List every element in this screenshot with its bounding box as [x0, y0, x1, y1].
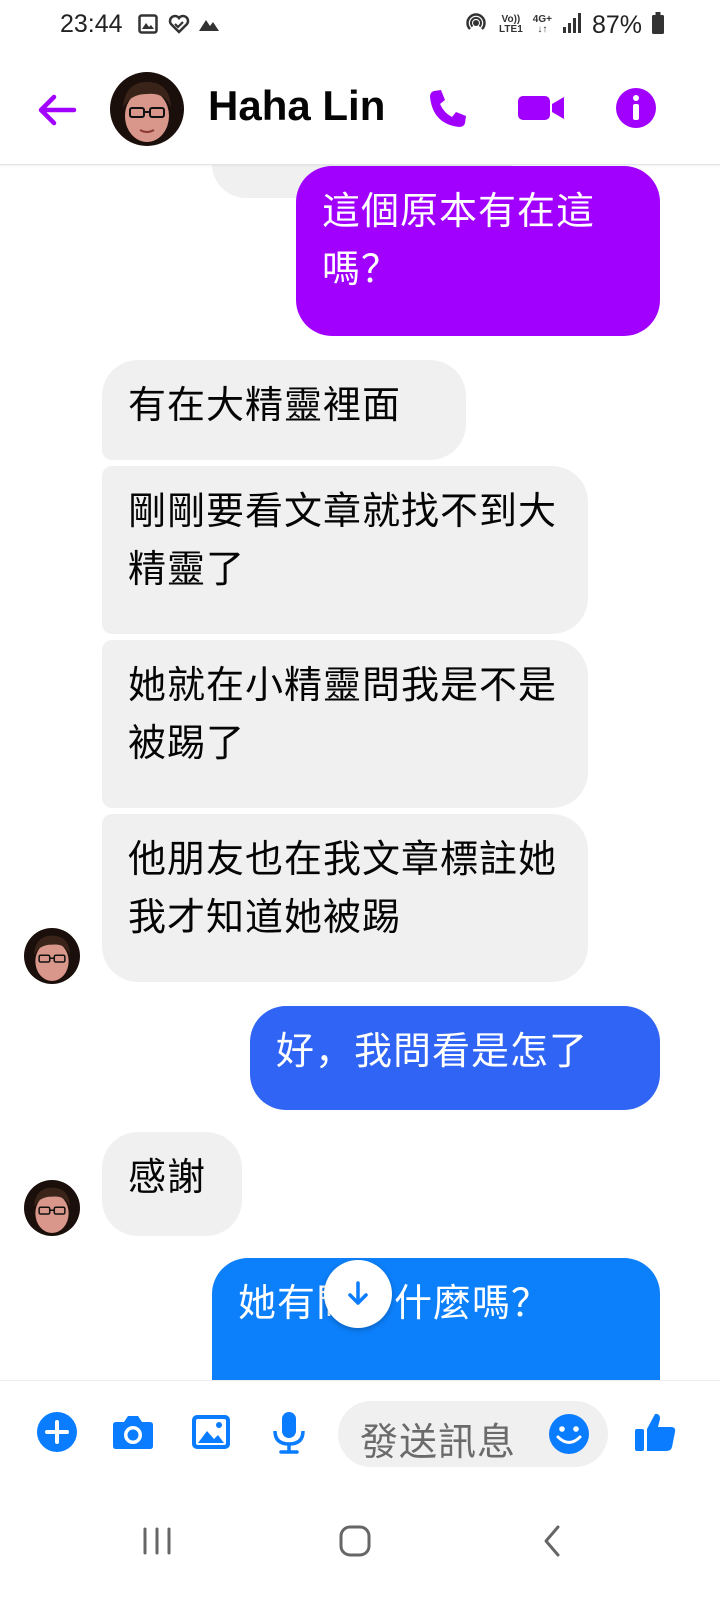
thumbs-up-icon[interactable]	[630, 1407, 680, 1457]
battery-percent: 87%	[591, 10, 642, 39]
status-time: 23:44	[60, 10, 123, 38]
arrow-down-icon	[348, 1281, 368, 1305]
message-composer: 發送訊息	[0, 1380, 720, 1487]
message-bubble-sent[interactable]: 好，我問看是怎了	[250, 1006, 660, 1110]
system-nav-bar	[0, 1486, 720, 1600]
home-icon[interactable]	[330, 1516, 380, 1566]
gallery-icon	[138, 14, 158, 34]
recent-apps-icon[interactable]	[132, 1516, 182, 1566]
contact-name[interactable]: Haha Lin	[208, 82, 385, 130]
message-input[interactable]: 發送訊息	[338, 1401, 608, 1467]
status-bar: 23:44 Vo)) LTE1 4G+ ↓↑ 87%	[0, 0, 720, 52]
mountain-icon	[198, 14, 219, 34]
heart-check-icon	[168, 14, 190, 34]
message-input-placeholder: 發送訊息	[360, 1420, 517, 1464]
gallery-icon[interactable]	[186, 1407, 236, 1457]
emoji-icon[interactable]	[544, 1409, 594, 1459]
phone-call-icon[interactable]	[424, 84, 472, 132]
battery-icon	[652, 12, 664, 38]
message-bubble-received[interactable]: 他朋友也在我文章標註她我才知道她被踢	[102, 814, 588, 982]
contact-avatar-small[interactable]	[24, 928, 80, 984]
message-list[interactable]: 這個原本有在這嗎？ 有在大精靈裡面 剛剛要看文章就找不到大精靈了 她就在小精靈問…	[0, 164, 720, 1380]
conversation-header: Haha Lin	[0, 60, 720, 165]
camera-icon[interactable]	[108, 1407, 158, 1457]
message-bubble-received[interactable]: 感謝	[102, 1132, 242, 1236]
message-bubble-received[interactable]: 有在大精靈裡面	[102, 360, 466, 460]
contact-avatar[interactable]	[110, 72, 184, 146]
signal-icon	[562, 12, 582, 38]
volte-indicator: Vo)) LTE1	[499, 14, 523, 35]
back-arrow-icon[interactable]	[34, 88, 78, 132]
scroll-to-bottom-button[interactable]	[324, 1260, 392, 1328]
contact-avatar-small[interactable]	[24, 1180, 80, 1236]
plus-icon[interactable]	[32, 1407, 82, 1457]
info-icon[interactable]	[612, 84, 660, 132]
microphone-icon[interactable]	[264, 1407, 314, 1457]
message-bubble-sent[interactable]: 她有問了什麼嗎？	[212, 1258, 660, 1380]
message-bubble-sent[interactable]: 這個原本有在這嗎？	[296, 166, 660, 336]
message-bubble-received[interactable]: 剛剛要看文章就找不到大精靈了	[102, 466, 588, 634]
back-icon[interactable]	[528, 1516, 578, 1566]
message-bubble-received[interactable]: 她就在小精靈問我是不是被踢了	[102, 640, 588, 808]
network-indicator: 4G+ ↓↑	[532, 14, 552, 35]
hotspot-icon	[463, 10, 489, 40]
video-call-icon[interactable]	[516, 84, 568, 132]
